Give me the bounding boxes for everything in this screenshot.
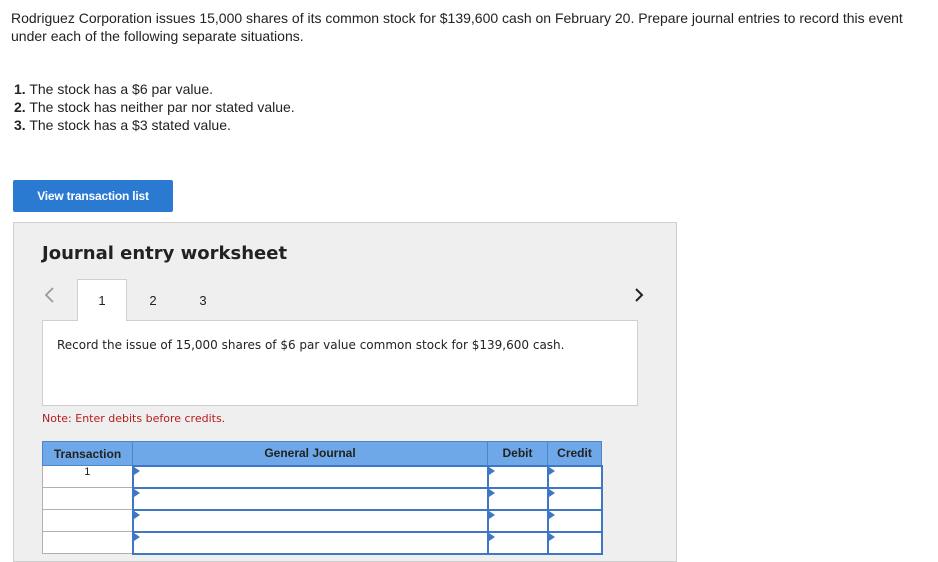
header-general-journal: General Journal <box>132 441 488 466</box>
general-journal-input[interactable] <box>131 508 489 533</box>
instruction-box: Record the issue of 15,000 shares of $6 … <box>42 320 638 406</box>
requirement-item: 1. The stock has a $6 par value. <box>14 80 295 98</box>
note-text: Note: Enter debits before credits. <box>42 412 226 425</box>
debit-input[interactable] <box>486 508 549 533</box>
tab-2[interactable]: 2 <box>128 279 178 321</box>
transaction-cell <box>42 487 133 510</box>
credit-input[interactable] <box>546 508 603 533</box>
general-journal-input[interactable] <box>131 486 489 511</box>
debit-input[interactable] <box>486 530 549 555</box>
debit-input[interactable] <box>486 464 549 489</box>
table-row <box>42 530 603 555</box>
journal-table: Transaction General Journal Debit Credit… <box>42 441 603 555</box>
requirement-number: 1. <box>14 81 26 97</box>
instruction-text: Record the issue of 15,000 shares of $6 … <box>57 338 565 352</box>
requirement-text: The stock has a $6 par value. <box>29 81 213 97</box>
header-transaction: Transaction <box>42 441 133 466</box>
debit-input[interactable] <box>486 486 549 511</box>
credit-input[interactable] <box>546 486 603 511</box>
requirement-item: 2. The stock has neither par nor stated … <box>14 98 295 116</box>
tab-3[interactable]: 3 <box>178 279 228 321</box>
transaction-cell <box>42 509 133 532</box>
header-debit: Debit <box>487 441 548 466</box>
table-row: 1 <box>42 464 603 489</box>
tab-1[interactable]: 1 <box>77 279 127 321</box>
requirement-text: The stock has neither par nor stated val… <box>29 99 295 115</box>
table-row <box>42 486 603 511</box>
credit-input[interactable] <box>546 464 603 489</box>
general-journal-input[interactable] <box>131 464 489 489</box>
transaction-cell: 1 <box>42 465 133 488</box>
table-row <box>42 508 603 533</box>
chevron-left-icon[interactable] <box>40 283 60 307</box>
requirement-number: 3. <box>14 117 26 133</box>
requirements-list: 1. The stock has a $6 par value. 2. The … <box>14 80 295 134</box>
credit-input[interactable] <box>546 530 603 555</box>
transaction-cell <box>42 531 133 554</box>
general-journal-input[interactable] <box>131 530 489 555</box>
journal-entry-worksheet: Journal entry worksheet 1 2 3 Record the… <box>13 222 677 562</box>
requirement-text: The stock has a $3 stated value. <box>29 117 231 133</box>
requirement-number: 2. <box>14 99 26 115</box>
header-credit: Credit <box>547 441 602 466</box>
problem-statement: Rodriguez Corporation issues 15,000 shar… <box>11 10 903 44</box>
chevron-right-icon[interactable] <box>630 283 650 307</box>
requirement-item: 3. The stock has a $3 stated value. <box>14 116 295 134</box>
view-transaction-list-button[interactable]: View transaction list <box>13 180 173 212</box>
worksheet-title: Journal entry worksheet <box>42 243 288 264</box>
